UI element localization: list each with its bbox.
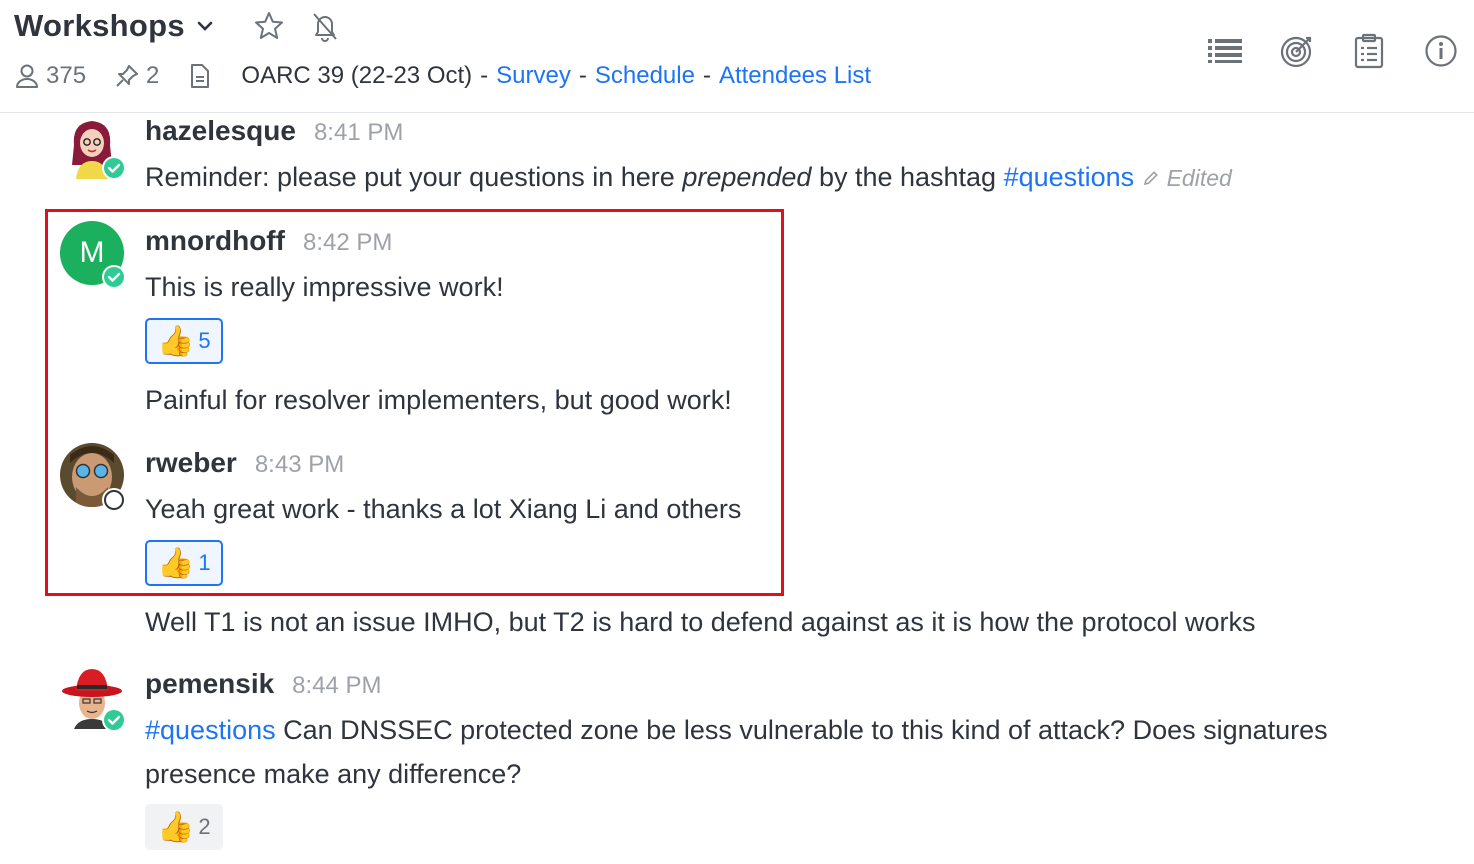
info-icon xyxy=(1425,35,1457,67)
discussion-button[interactable] xyxy=(1278,32,1316,70)
online-status-icon xyxy=(102,156,126,180)
title-row: Workshops xyxy=(14,8,341,44)
room-meta: 375 2 OARC 39 (22-23 Oct) - Survey - Sch… xyxy=(14,62,871,90)
pin-icon xyxy=(116,65,139,87)
edited-indicator: Edited xyxy=(1142,165,1232,191)
reaction-thumbs-up[interactable]: 👍 2 xyxy=(145,804,223,850)
schedule-link[interactable]: Schedule xyxy=(595,62,695,90)
message-text-emphasis: prepended xyxy=(682,162,812,192)
pinned-count[interactable]: 2 xyxy=(114,62,159,90)
message-time: 8:41 PM xyxy=(313,119,404,146)
channel-name[interactable]: Workshops xyxy=(14,8,185,44)
members-count[interactable]: 375 xyxy=(14,62,86,90)
target-icon xyxy=(1280,36,1312,68)
bell-off-icon[interactable] xyxy=(309,10,341,42)
username-label[interactable]: hazelesque xyxy=(145,115,296,146)
room-header: Workshops 375 2 OARC 39 (22-23 Oct) - Su… xyxy=(0,0,1474,113)
attendees-list-link[interactable]: Attendees List xyxy=(719,62,871,90)
online-status-icon xyxy=(102,708,126,732)
members-count-label: 375 xyxy=(46,62,87,89)
topic-icon-wrap xyxy=(187,63,219,89)
threads-button[interactable] xyxy=(1206,32,1244,70)
edited-label: Edited xyxy=(1166,165,1232,191)
message-text: Reminder: please put your questions in h… xyxy=(145,162,683,192)
room-info-button[interactable] xyxy=(1422,32,1460,70)
hashtag-link[interactable]: #questions xyxy=(1004,162,1135,192)
survey-link[interactable]: Survey xyxy=(496,62,571,90)
message-username[interactable]: pemensik 8:44 PM xyxy=(145,668,382,700)
list-icon xyxy=(1208,39,1242,63)
username-label[interactable]: pemensik xyxy=(145,668,274,699)
pencil-icon xyxy=(1144,171,1159,186)
user-icon xyxy=(16,64,38,88)
pinned-count-label: 2 xyxy=(146,62,160,89)
message-text: Can DNSSEC protected zone be less vulner… xyxy=(275,715,1328,745)
topic-text: OARC 39 (22-23 Oct) xyxy=(241,62,473,89)
topic-separator: - xyxy=(480,62,489,89)
thumbs-up-icon: 👍 xyxy=(157,810,195,844)
message-username[interactable]: hazelesque 8:41 PM xyxy=(145,115,403,147)
chevron-down-icon[interactable] xyxy=(195,16,215,36)
message-text: Well T1 is not an issue IMHO, but T2 is … xyxy=(145,607,1256,637)
reaction-count: 2 xyxy=(198,814,211,839)
star-icon[interactable] xyxy=(253,10,285,42)
message-text: by the hashtag xyxy=(811,162,1004,192)
message-body: #questions Can DNSSEC protected zone be … xyxy=(145,708,1328,752)
hashtag-link[interactable]: #questions xyxy=(145,715,276,745)
room-info-clipboard-button[interactable] xyxy=(1350,32,1388,70)
message-body: Reminder: please put your questions in h… xyxy=(145,155,1232,200)
topic-separator: - xyxy=(578,62,587,89)
room-topic: OARC 39 (22-23 Oct) - Survey - Schedule … xyxy=(241,62,871,90)
highlight-box xyxy=(45,209,784,596)
clipboard-icon xyxy=(1354,33,1384,69)
message-time: 8:44 PM xyxy=(292,672,382,699)
document-icon xyxy=(191,64,210,88)
room-toolbar xyxy=(1172,32,1460,70)
message-text: presence make any difference? xyxy=(145,759,522,789)
topic-separator: - xyxy=(702,62,711,89)
